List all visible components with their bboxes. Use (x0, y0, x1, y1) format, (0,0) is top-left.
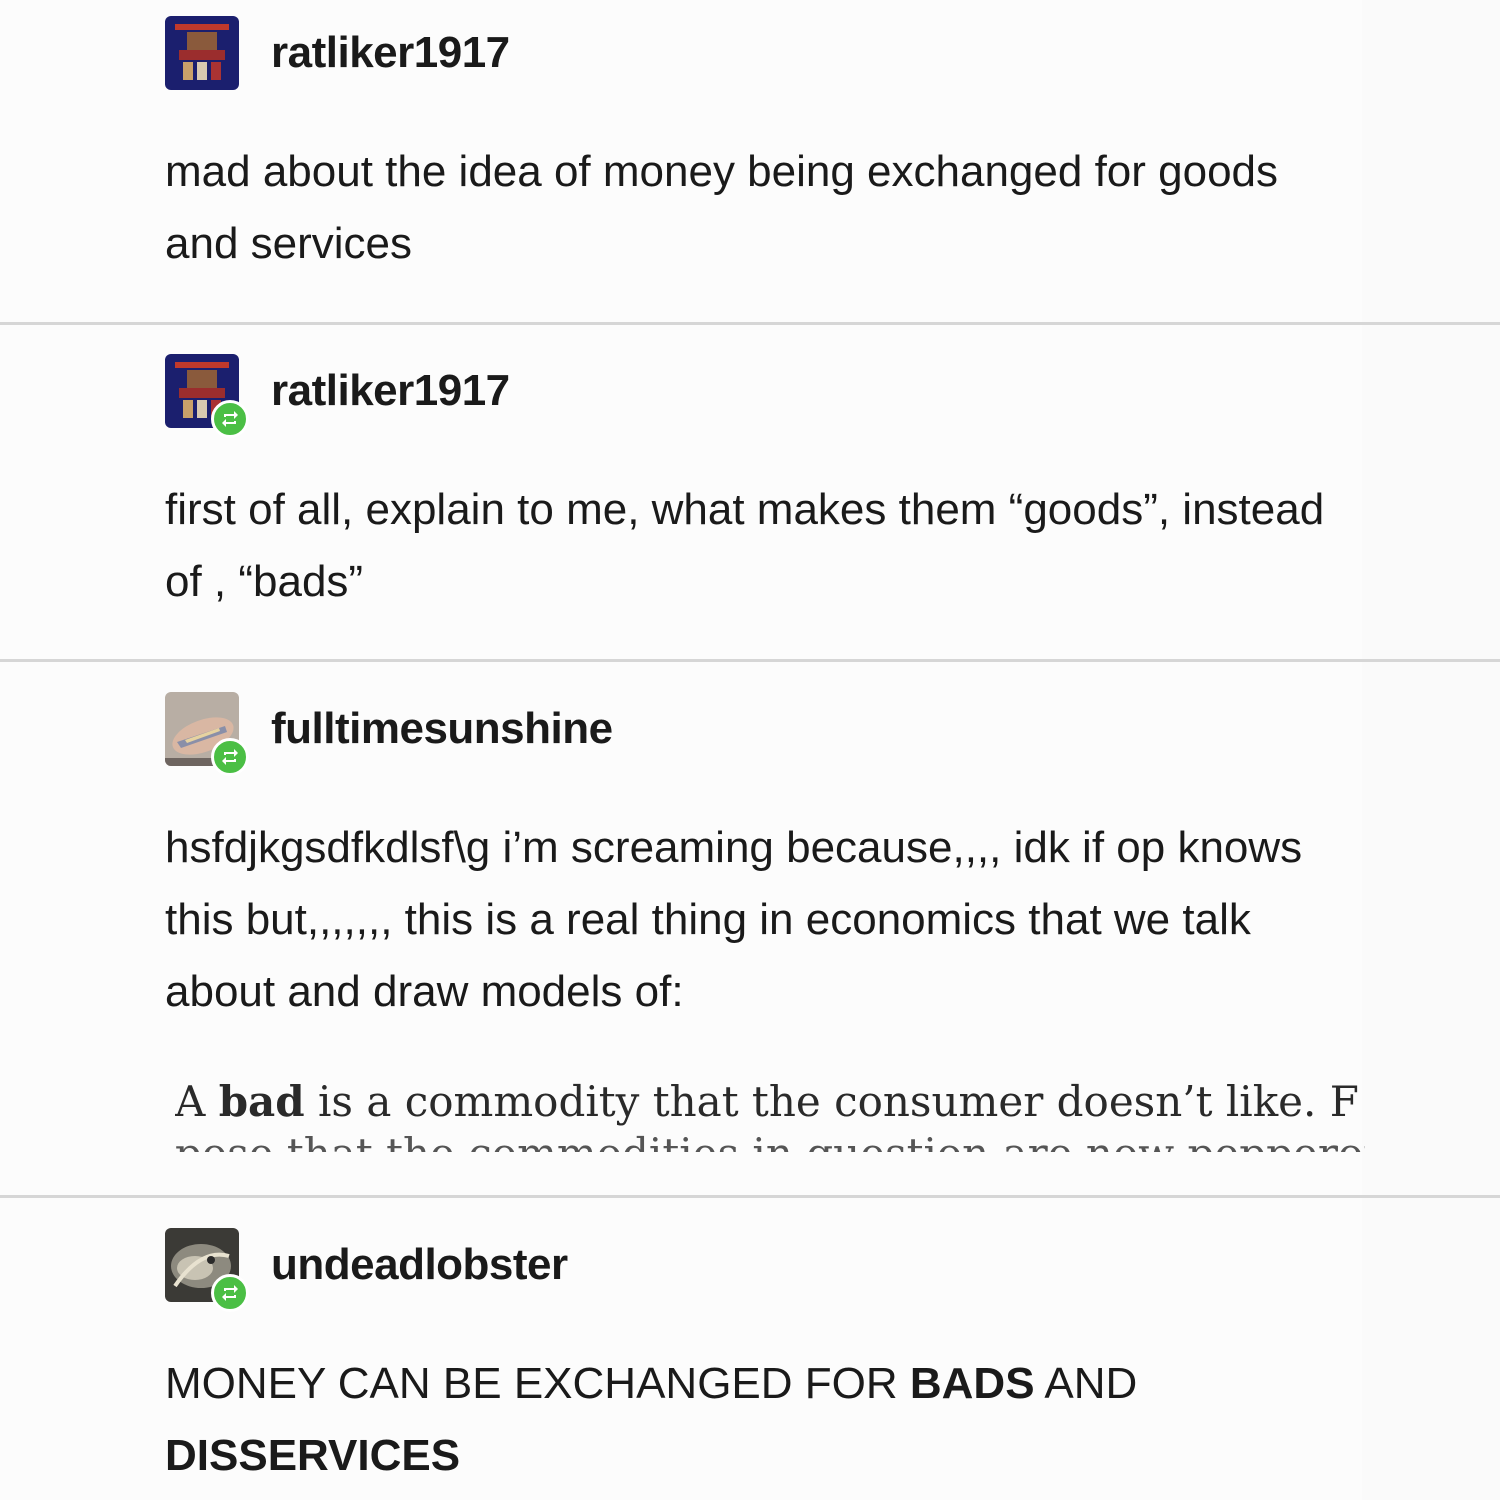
username[interactable]: undeadlobster (271, 1240, 568, 1290)
post-text-plain: AND (1034, 1359, 1138, 1408)
excerpt-bold-term: bad (218, 1077, 305, 1126)
post-3: fulltimesunshine hsfdjkgsdfkdlsf\g i’m s… (0, 662, 1500, 1195)
excerpt-rest: is a commodity that the consumer doesn’t… (304, 1077, 1359, 1126)
reblog-arrows-icon (211, 400, 249, 438)
post-text-bold: BADS (909, 1359, 1035, 1408)
reblog-arrows-icon (211, 1274, 249, 1312)
post-header: undeadlobster (165, 1228, 568, 1312)
textbook-excerpt-image: A bad is a commodity that the consumer d… (175, 1072, 1365, 1152)
post-text: MONEY CAN BE EXCHANGED FOR BADS AND DISS… (165, 1348, 1265, 1492)
post-4: undeadlobster MONEY CAN BE EXCHANGED FOR… (0, 1198, 1500, 1500)
username[interactable]: ratliker1917 (271, 28, 510, 78)
post-header: ratliker1917 (165, 354, 510, 438)
excerpt-lead: A (175, 1077, 219, 1126)
avatar[interactable] (165, 692, 249, 776)
reblog-thread: ratliker1917 mad about the idea of money… (0, 0, 1500, 1500)
excerpt-cut-line: pose that the commodities in question ar… (175, 1124, 1365, 1152)
avatar[interactable] (165, 1228, 249, 1312)
post-2: ratliker1917 first of all, explain to me… (0, 325, 1500, 659)
post-header: ratliker1917 (165, 16, 510, 90)
post-header: fulltimesunshine (165, 692, 613, 776)
post-text: mad about the idea of money being exchan… (165, 147, 1279, 268)
reblog-arrows-icon (211, 738, 249, 776)
post-1: ratliker1917 mad about the idea of money… (0, 0, 1500, 322)
post-text: hsfdjkgsdfkdlsf\g i’m screaming because,… (165, 823, 1303, 1016)
post-text: first of all, explain to me, what makes … (165, 485, 1325, 606)
avatar[interactable] (165, 16, 239, 90)
username[interactable]: fulltimesunshine (271, 704, 613, 754)
post-text-plain: MONEY CAN BE EXCHANGED FOR (165, 1359, 910, 1408)
username[interactable]: ratliker1917 (271, 366, 510, 416)
post-text-bold: DISSERVICES (165, 1431, 461, 1480)
avatar[interactable] (165, 354, 249, 438)
